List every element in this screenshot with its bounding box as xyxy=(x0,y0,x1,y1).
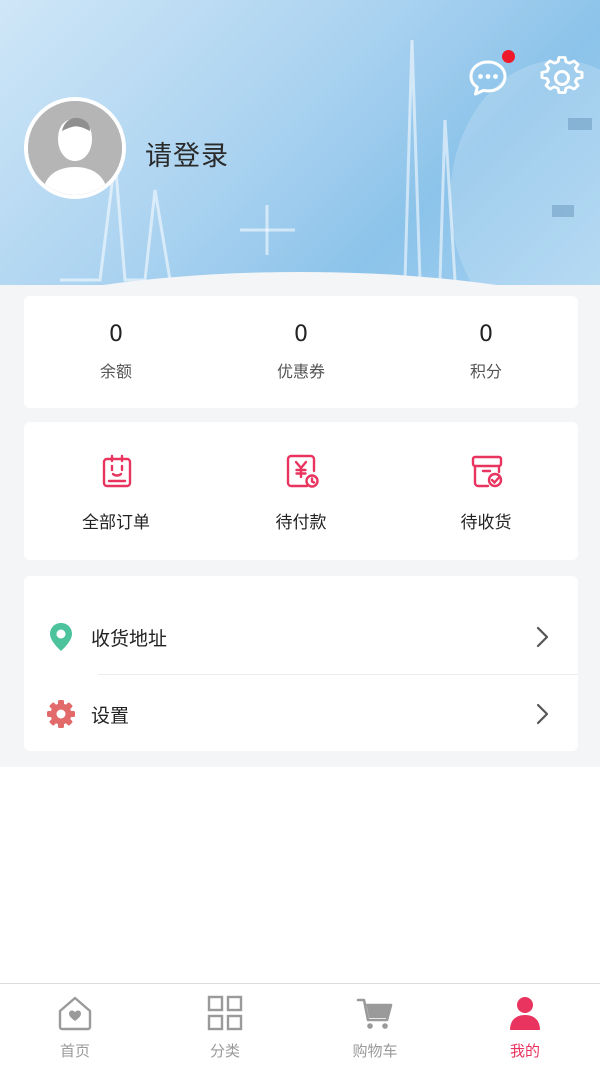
order-pending-receipt[interactable]: 待收货 xyxy=(394,422,578,560)
grid-icon xyxy=(207,995,243,1031)
messages-button[interactable] xyxy=(466,56,510,100)
home-heart-icon xyxy=(58,996,92,1031)
stat-label: 积分 xyxy=(469,362,502,381)
menu-item-address[interactable]: 收货地址 xyxy=(24,598,578,675)
settings-button[interactable] xyxy=(540,56,584,100)
avatar[interactable] xyxy=(24,97,126,199)
menu-label: 收货地址 xyxy=(91,628,168,650)
chevron-right-icon xyxy=(536,703,549,725)
order-label: 全部订单 xyxy=(82,513,150,533)
stat-label: 优惠券 xyxy=(276,362,325,381)
order-label: 待收货 xyxy=(460,513,512,533)
person-icon xyxy=(510,997,540,1030)
tab-categories[interactable]: 分类 xyxy=(150,984,300,1067)
tab-label: 我的 xyxy=(509,1042,540,1060)
bottom-tab-bar: 首页 分类 购物车 我的 xyxy=(0,983,600,1067)
tab-home[interactable]: 首页 xyxy=(0,984,150,1067)
stat-value: 0 xyxy=(109,322,123,347)
yen-bill-icon xyxy=(286,454,319,488)
order-pending-payment[interactable]: 待付款 xyxy=(209,422,393,560)
gear-icon xyxy=(47,700,75,728)
cart-icon xyxy=(356,998,393,1029)
stat-balance[interactable]: 0 余额 xyxy=(24,296,208,408)
order-label: 待付款 xyxy=(275,513,327,533)
tab-mine[interactable]: 我的 xyxy=(450,984,600,1067)
menu-item-settings[interactable]: 设置 xyxy=(24,675,578,752)
clipboard-icon xyxy=(102,454,132,488)
menu-label: 设置 xyxy=(91,705,130,727)
tab-label: 首页 xyxy=(59,1042,90,1060)
account-stats-card: 0 余额 0 优惠券 0 积分 xyxy=(24,296,578,408)
gear-icon xyxy=(540,56,584,94)
login-prompt[interactable]: 请登录 xyxy=(145,134,229,173)
unread-badge xyxy=(502,50,515,63)
stat-label: 余额 xyxy=(99,362,132,381)
stat-value: 0 xyxy=(479,322,493,347)
default-avatar-icon xyxy=(28,101,122,195)
orders-card: 全部订单 待付款 待收货 xyxy=(24,422,578,560)
order-all[interactable]: 全部订单 xyxy=(24,422,208,560)
stat-value: 0 xyxy=(294,322,308,347)
chevron-right-icon xyxy=(536,626,549,648)
location-pin-icon xyxy=(50,623,72,651)
chat-bubble-icon xyxy=(469,60,507,96)
delivery-box-icon xyxy=(471,455,503,488)
stat-coupons[interactable]: 0 优惠券 xyxy=(209,296,393,408)
stat-points[interactable]: 0 积分 xyxy=(394,296,578,408)
tab-label: 购物车 xyxy=(352,1042,398,1060)
menu-card: 收货地址 设置 xyxy=(24,576,578,751)
tab-cart[interactable]: 购物车 xyxy=(300,984,450,1067)
tab-label: 分类 xyxy=(209,1042,240,1060)
